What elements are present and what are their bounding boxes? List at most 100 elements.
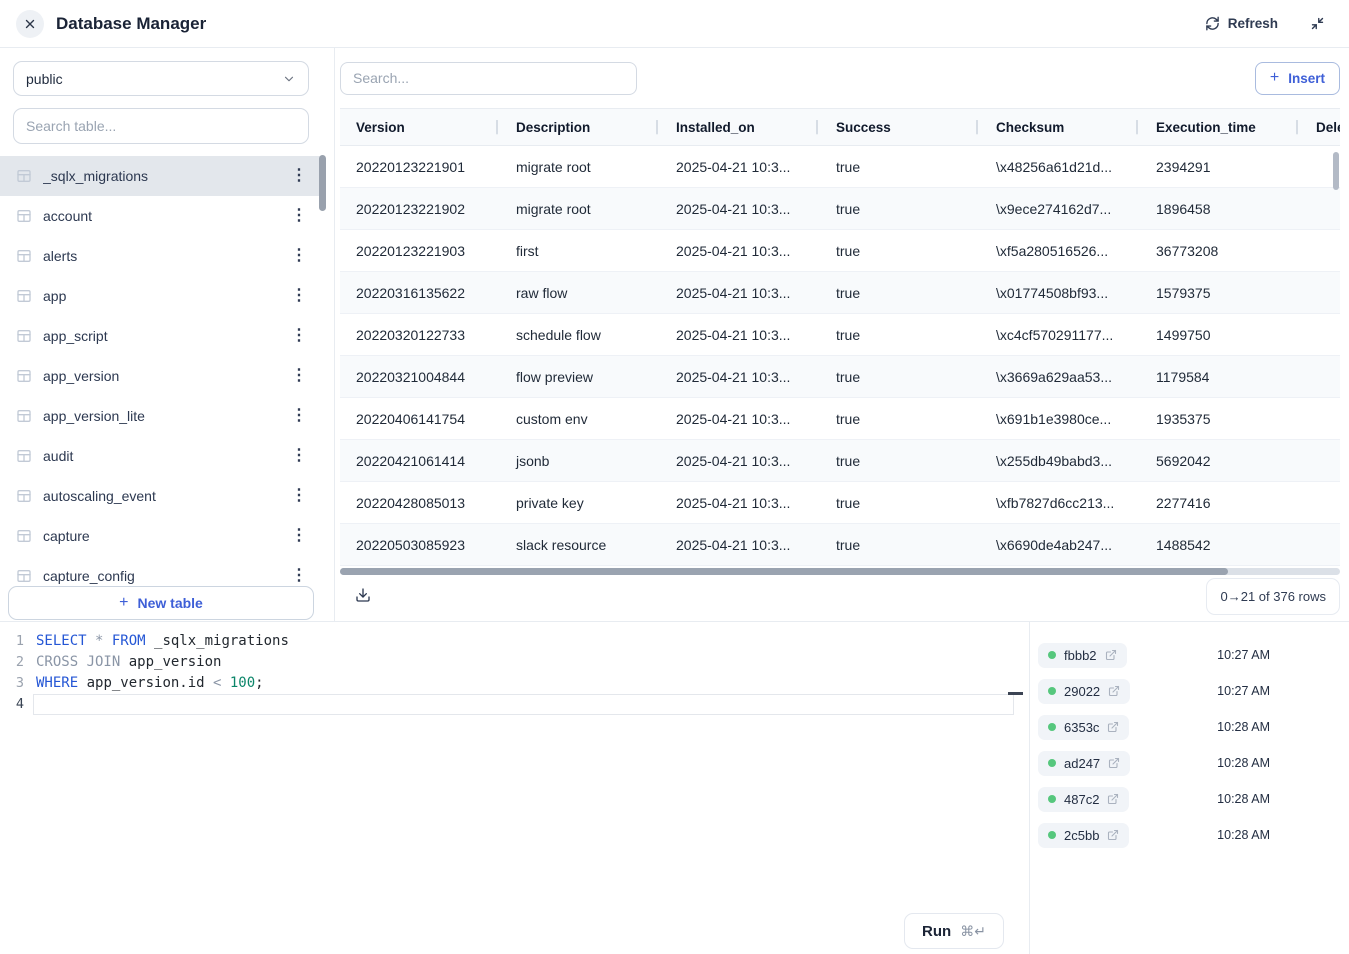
query-result-pill[interactable]: 487c2 [1038, 787, 1129, 812]
cell-installed-on[interactable]: 2025-04-21 10:3... [660, 537, 820, 553]
code-line[interactable]: 4 [0, 694, 1029, 715]
cell-checksum[interactable]: \x01774508bf93... [980, 285, 1140, 301]
sidebar-scrollbar-thumb[interactable] [319, 155, 326, 211]
column-header[interactable]: Description [500, 120, 660, 135]
table-row[interactable]: 20220421061414 jsonb 2025-04-21 10:3... … [340, 440, 1340, 482]
cell-checksum[interactable]: \xc4cf570291177... [980, 327, 1140, 343]
query-result-pill[interactable]: 6353c [1038, 715, 1129, 740]
sidebar-table-item[interactable]: capture ⋮ [0, 516, 321, 556]
cell-success[interactable]: true [820, 369, 980, 385]
code-line[interactable]: 2CROSS JOIN app_version [0, 652, 1029, 673]
sidebar-table-item[interactable]: _sqlx_migrations ⋮ [0, 156, 321, 196]
cell-version[interactable]: 20220406141754 [340, 411, 500, 427]
cell-execution-time[interactable]: 1179584 [1140, 369, 1300, 385]
sql-editor[interactable]: 1SELECT * FROM _sqlx_migrations2CROSS JO… [0, 622, 1030, 954]
cell-success[interactable]: true [820, 285, 980, 301]
cell-installed-on[interactable]: 2025-04-21 10:3... [660, 495, 820, 511]
code-line[interactable]: 3WHERE app_version.id < 100; [0, 673, 1029, 694]
kebab-menu-icon[interactable]: ⋮ [287, 206, 311, 226]
sidebar-table-item[interactable]: alerts ⋮ [0, 236, 321, 276]
kebab-menu-icon[interactable]: ⋮ [287, 286, 311, 306]
cell-installed-on[interactable]: 2025-04-21 10:3... [660, 201, 820, 217]
run-button[interactable]: Run ⌘↵ [904, 913, 1004, 949]
cell-success[interactable]: true [820, 453, 980, 469]
sidebar-table-item[interactable]: account ⋮ [0, 196, 321, 236]
sidebar-table-item[interactable]: capture_config ⋮ [0, 556, 321, 586]
cell-description[interactable]: schedule flow [500, 327, 660, 343]
cell-execution-time[interactable]: 1579375 [1140, 285, 1300, 301]
cell-description[interactable]: first [500, 243, 660, 259]
cell-version[interactable]: 20220321004844 [340, 369, 500, 385]
kebab-menu-icon[interactable]: ⋮ [287, 246, 311, 266]
cell-installed-on[interactable]: 2025-04-21 10:3... [660, 285, 820, 301]
history-item[interactable]: 2c5bb 10:28 AM [1030, 817, 1349, 853]
query-result-pill[interactable]: 29022 [1038, 679, 1130, 704]
cell-success[interactable]: true [820, 159, 980, 175]
sidebar-table-item[interactable]: audit ⋮ [0, 436, 321, 476]
close-button[interactable] [16, 10, 44, 38]
cell-version[interactable]: 20220123221902 [340, 201, 500, 217]
kebab-menu-icon[interactable]: ⋮ [287, 326, 311, 346]
schema-select[interactable]: public [13, 61, 309, 96]
table-row[interactable]: 20220321004844 flow preview 2025-04-21 1… [340, 356, 1340, 398]
cell-description[interactable]: migrate root [500, 201, 660, 217]
cell-success[interactable]: true [820, 537, 980, 553]
editor-scroll-handle[interactable] [1008, 692, 1023, 695]
kebab-menu-icon[interactable]: ⋮ [287, 406, 311, 426]
cell-success[interactable]: true [820, 201, 980, 217]
cell-success[interactable]: true [820, 495, 980, 511]
column-header[interactable]: Checksum [980, 120, 1140, 135]
sidebar-table-item[interactable]: app_script ⋮ [0, 316, 321, 356]
kebab-menu-icon[interactable]: ⋮ [287, 366, 311, 386]
cell-version[interactable]: 20220320122733 [340, 327, 500, 343]
query-result-pill[interactable]: fbbb2 [1038, 643, 1127, 668]
external-link-icon[interactable] [1107, 793, 1119, 805]
cell-installed-on[interactable]: 2025-04-21 10:3... [660, 243, 820, 259]
horizontal-scrollbar[interactable] [340, 568, 1340, 575]
cell-checksum[interactable]: \x3669a629aa53... [980, 369, 1140, 385]
cell-success[interactable]: true [820, 411, 980, 427]
row-search-input[interactable] [340, 62, 637, 95]
cell-version[interactable]: 20220421061414 [340, 453, 500, 469]
external-link-icon[interactable] [1107, 829, 1119, 841]
vertical-scrollbar-thumb[interactable] [1333, 152, 1339, 190]
cell-execution-time[interactable]: 1488542 [1140, 537, 1300, 553]
cell-checksum[interactable]: \x6690de4ab247... [980, 537, 1140, 553]
table-row[interactable]: 20220503085923 slack resource 2025-04-21… [340, 524, 1340, 566]
cell-checksum[interactable]: \x691b1e3980ce... [980, 411, 1140, 427]
external-link-icon[interactable] [1105, 649, 1117, 661]
history-item[interactable]: 487c2 10:28 AM [1030, 781, 1349, 817]
sidebar-table-item[interactable]: autoscaling_event ⋮ [0, 476, 321, 516]
code-line[interactable]: 1SELECT * FROM _sqlx_migrations [0, 631, 1029, 652]
column-header[interactable]: Dele [1300, 120, 1340, 135]
compress-button[interactable] [1310, 16, 1325, 31]
cell-description[interactable]: raw flow [500, 285, 660, 301]
new-table-button[interactable]: + New table [8, 586, 314, 620]
cell-success[interactable]: true [820, 327, 980, 343]
cell-execution-time[interactable]: 1896458 [1140, 201, 1300, 217]
cell-checksum[interactable]: \x9ece274162d7... [980, 201, 1140, 217]
history-item[interactable]: 29022 10:27 AM [1030, 673, 1349, 709]
cell-description[interactable]: custom env [500, 411, 660, 427]
sidebar-table-item[interactable]: app ⋮ [0, 276, 321, 316]
cell-installed-on[interactable]: 2025-04-21 10:3... [660, 453, 820, 469]
sidebar-table-item[interactable]: app_version_lite ⋮ [0, 396, 321, 436]
history-item[interactable]: ad247 10:28 AM [1030, 745, 1349, 781]
cell-version[interactable]: 20220428085013 [340, 495, 500, 511]
cell-execution-time[interactable]: 36773208 [1140, 243, 1300, 259]
cell-execution-time[interactable]: 1935375 [1140, 411, 1300, 427]
table-row[interactable]: 20220123221902 migrate root 2025-04-21 1… [340, 188, 1340, 230]
cell-installed-on[interactable]: 2025-04-21 10:3... [660, 327, 820, 343]
table-row[interactable]: 20220406141754 custom env 2025-04-21 10:… [340, 398, 1340, 440]
kebab-menu-icon[interactable]: ⋮ [287, 166, 311, 186]
cell-checksum[interactable]: \x255db49babd3... [980, 453, 1140, 469]
query-result-pill[interactable]: 2c5bb [1038, 823, 1129, 848]
column-header[interactable]: Installed_on [660, 120, 820, 135]
horizontal-scrollbar-thumb[interactable] [340, 568, 1228, 575]
kebab-menu-icon[interactable]: ⋮ [287, 446, 311, 466]
cell-checksum[interactable]: \xfb7827d6cc213... [980, 495, 1140, 511]
download-button[interactable] [355, 587, 371, 603]
cell-description[interactable]: jsonb [500, 453, 660, 469]
cell-execution-time[interactable]: 5692042 [1140, 453, 1300, 469]
cell-execution-time[interactable]: 1499750 [1140, 327, 1300, 343]
